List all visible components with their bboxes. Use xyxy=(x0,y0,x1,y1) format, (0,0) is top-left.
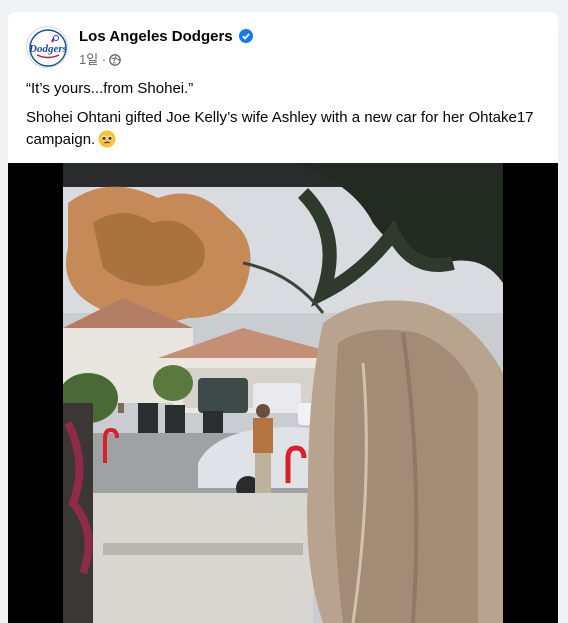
dodgers-logo-icon: Dodgers xyxy=(28,28,67,67)
page-avatar[interactable]: Dodgers xyxy=(26,26,68,68)
facebook-post-card: Dodgers Los Angeles Dodgers 1일 · “It’s y… xyxy=(8,12,558,623)
page-name[interactable]: Los Angeles Dodgers xyxy=(79,28,253,47)
pleading-face-emoji xyxy=(98,130,116,155)
page-name-link[interactable]: Los Angeles Dodgers xyxy=(79,28,233,45)
post-header: Dodgers Los Angeles Dodgers 1일 · xyxy=(26,26,536,70)
post-quote: “It’s yours...from Shohei.” xyxy=(26,80,194,97)
globe-icon xyxy=(106,52,122,67)
post-description: Shohei Ohtani gifted Joe Kelly’s wife As… xyxy=(26,107,541,155)
video-frame xyxy=(63,163,503,623)
post-meta: 1일 · xyxy=(79,49,122,68)
verified-badge-icon xyxy=(238,29,253,47)
svg-text:Dodgers: Dodgers xyxy=(28,43,67,55)
video-player[interactable] xyxy=(8,163,558,623)
post-timestamp[interactable]: 1일 xyxy=(79,52,98,67)
